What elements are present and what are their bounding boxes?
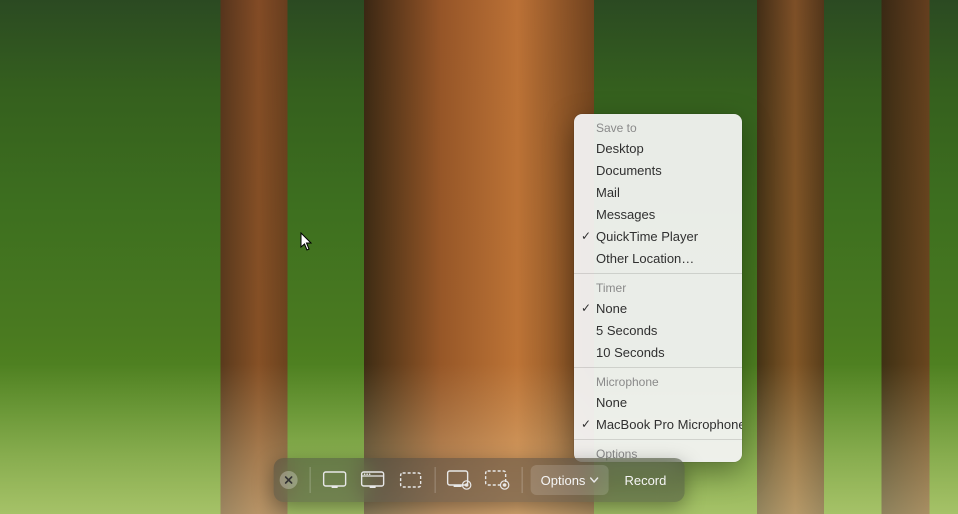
menu-separator [574, 367, 742, 368]
menu-item-label: Desktop [596, 141, 644, 156]
menu-item-label: None [596, 395, 627, 410]
screenshot-toolbar: Options Record [274, 458, 685, 502]
menu-item-label: QuickTime Player [596, 229, 698, 244]
record-button[interactable]: Record [614, 465, 676, 495]
menu-item-mic-macbook[interactable]: ✓ MacBook Pro Microphone [574, 413, 742, 435]
checkmark-icon: ✓ [581, 228, 591, 245]
menu-item-label: MacBook Pro Microphone [596, 417, 742, 432]
screen-full-icon [323, 471, 347, 489]
menu-item-timer-none[interactable]: ✓ None [574, 297, 742, 319]
menu-item-label: Other Location… [596, 251, 694, 266]
capture-portion-button[interactable] [395, 465, 427, 495]
menu-item-save-desktop[interactable]: Desktop [574, 137, 742, 159]
checkmark-icon: ✓ [581, 416, 591, 433]
checkmark-icon: ✓ [581, 300, 591, 317]
record-button-label: Record [624, 473, 666, 488]
screen-window-icon [361, 471, 385, 489]
record-portion-icon [485, 470, 511, 490]
screen-portion-icon [399, 471, 423, 489]
menu-item-label: Messages [596, 207, 655, 222]
record-portion-button[interactable] [482, 465, 514, 495]
toolbar-separator [310, 467, 311, 493]
menu-item-save-documents[interactable]: Documents [574, 159, 742, 181]
menu-header-microphone: Microphone [574, 372, 742, 391]
menu-item-label: None [596, 301, 627, 316]
close-icon [284, 475, 294, 485]
menu-item-timer-10s[interactable]: 10 Seconds [574, 341, 742, 363]
toolbar-separator [522, 467, 523, 493]
options-button[interactable]: Options [531, 465, 609, 495]
menu-item-save-quicktime[interactable]: ✓ QuickTime Player [574, 225, 742, 247]
options-button-label: Options [541, 473, 586, 488]
capture-window-button[interactable] [357, 465, 389, 495]
options-menu: Save to Desktop Documents Mail Messages … [574, 114, 742, 462]
menu-item-label: Documents [596, 163, 662, 178]
menu-header-timer: Timer [574, 278, 742, 297]
menu-separator [574, 273, 742, 274]
menu-item-label: 5 Seconds [596, 323, 657, 338]
menu-item-label: Mail [596, 185, 620, 200]
desktop-wallpaper [0, 0, 958, 514]
menu-item-save-messages[interactable]: Messages [574, 203, 742, 225]
toolbar-separator [435, 467, 436, 493]
menu-item-mic-none[interactable]: None [574, 391, 742, 413]
menu-item-timer-5s[interactable]: 5 Seconds [574, 319, 742, 341]
menu-item-label: 10 Seconds [596, 345, 665, 360]
menu-header-save-to: Save to [574, 118, 742, 137]
chevron-down-icon [589, 477, 598, 483]
menu-item-save-mail[interactable]: Mail [574, 181, 742, 203]
capture-entire-screen-button[interactable] [319, 465, 351, 495]
close-button[interactable] [280, 471, 298, 489]
menu-item-save-other[interactable]: Other Location… [574, 247, 742, 269]
record-entire-screen-button[interactable] [444, 465, 476, 495]
menu-separator [574, 439, 742, 440]
record-full-icon [447, 470, 473, 490]
